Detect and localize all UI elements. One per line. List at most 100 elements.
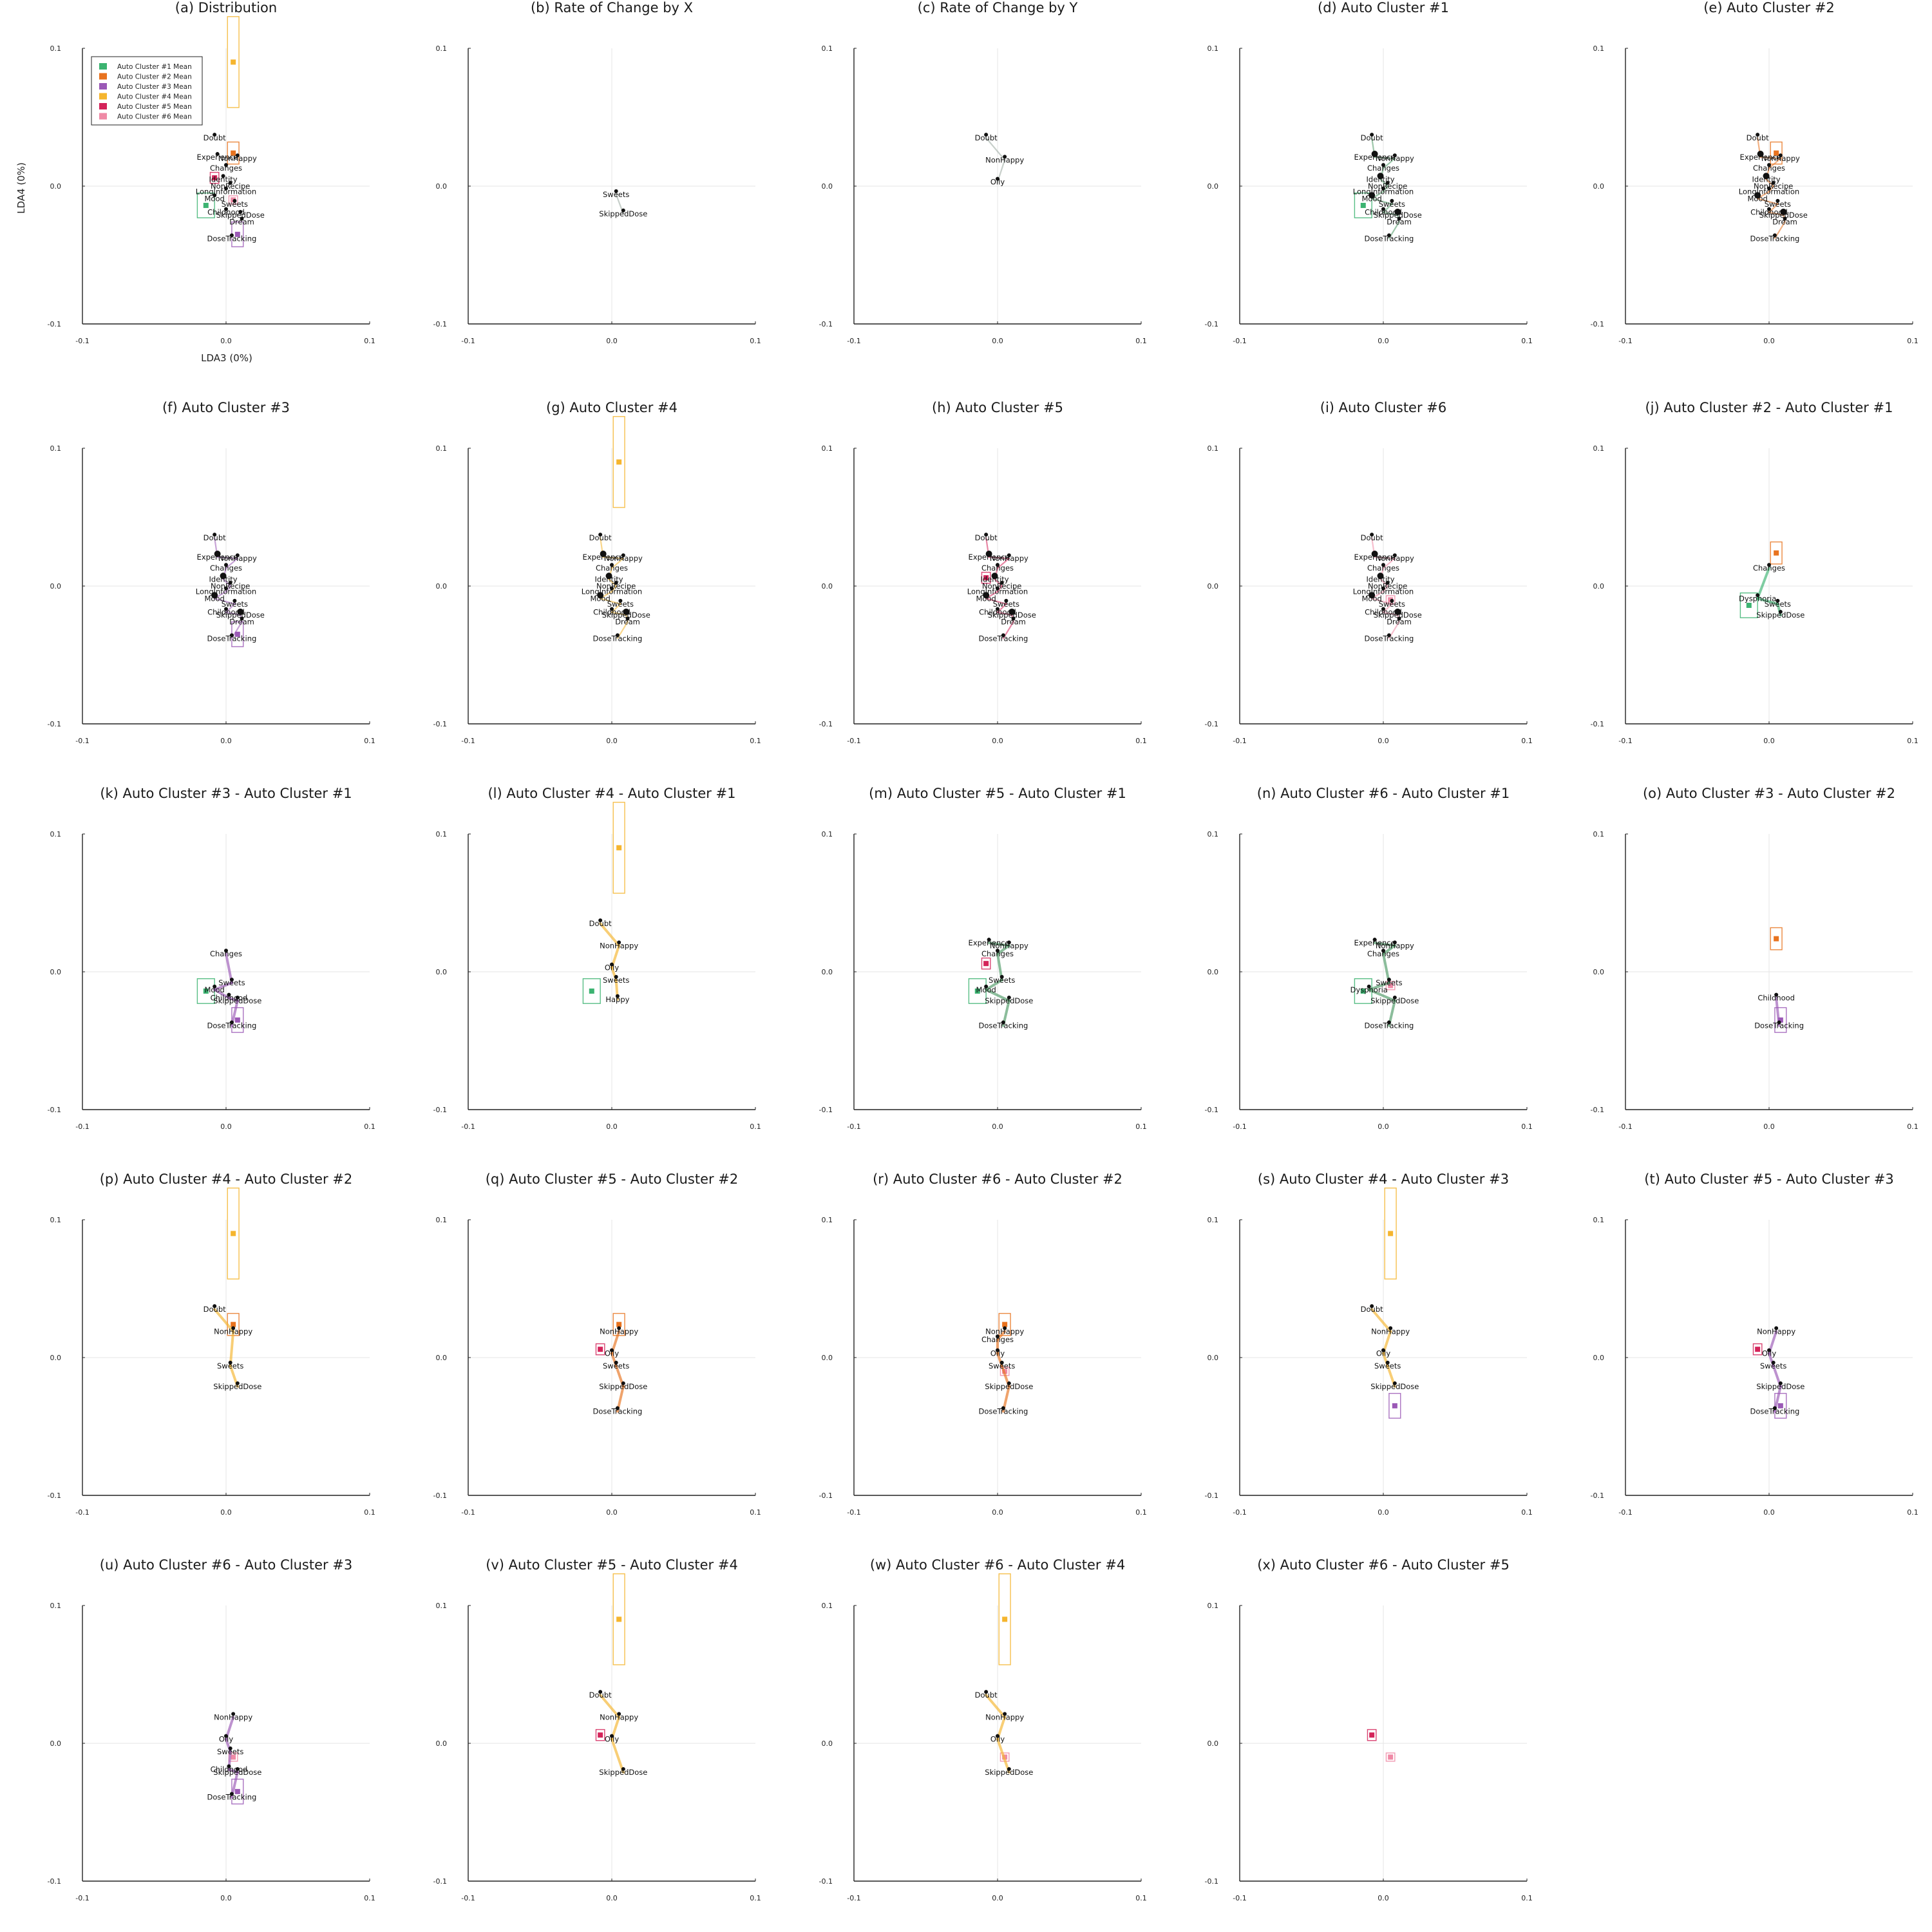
x-tick-label: 0.1 — [1521, 737, 1533, 745]
panel-title: (d) Auto Cluster #1 — [1318, 0, 1449, 15]
point-label: DoseTracking — [592, 634, 642, 643]
x-tick-label: 0.0 — [606, 737, 618, 745]
x-tick-label: 0.1 — [1135, 1508, 1147, 1517]
chart-panel-0: (a) Distribution -0.1 0.0 0.1 -0.1 0.0 0.1 LDA3… — [15, 0, 375, 364]
panel-title: (n) Auto Cluster #6 - Auto Cluster #1 — [1257, 786, 1510, 801]
y-tick-label: 0.0 — [1593, 968, 1605, 976]
x-tick-label: 0.0 — [992, 337, 1003, 345]
x-tick-label: 0.0 — [1378, 337, 1389, 345]
point-label: DoseTracking — [1754, 1021, 1804, 1030]
chart-panel-7: (h) Auto Cluster #5 -0.1 0.0 0.1 -0.1 0.0 0.1 D… — [819, 400, 1147, 745]
x-tick-label: 0.0 — [1378, 1894, 1389, 1902]
x-tick-label: 0.1 — [1907, 1508, 1918, 1517]
x-tick-label: 0.1 — [1135, 1894, 1147, 1902]
panel-title: (x) Auto Cluster #6 - Auto Cluster #5 — [1257, 1557, 1510, 1573]
chart-panel-11: (l) Auto Cluster #4 - Auto Cluster #1 -0.… — [433, 786, 761, 1131]
point-label: NonHappy — [600, 1327, 638, 1336]
point-label: DoseTracking — [207, 1792, 256, 1801]
point-label: Doubt — [1361, 1305, 1383, 1314]
x-tick-label: 0.1 — [1135, 1122, 1147, 1131]
point-label: Changes — [210, 164, 242, 173]
x-tick-label: -0.1 — [1618, 737, 1632, 745]
point-label: Sweets — [1760, 1361, 1786, 1370]
x-tick-label: 0.0 — [220, 737, 232, 745]
point-label: SkippedDose — [213, 1382, 261, 1391]
figure: (a) Distribution -0.1 0.0 0.1 -0.1 0.0 0.1 LDA3… — [15, 0, 1918, 1902]
point-label: DoseTracking — [978, 1406, 1028, 1416]
y-tick-label: 0.0 — [822, 968, 833, 976]
legend-swatch — [99, 103, 107, 109]
point-label: Changes — [1367, 164, 1399, 173]
cluster-mean-marker — [598, 1732, 603, 1738]
y-tick-label: -0.1 — [1591, 720, 1604, 728]
x-tick-label: 0.1 — [1135, 337, 1147, 345]
x-tick-label: 0.0 — [1763, 737, 1775, 745]
y-tick-label: 0.1 — [1208, 1216, 1219, 1224]
chart-panel-6: (g) Auto Cluster #4 -0.1 0.0 0.1 -0.1 0.0 0.1 D… — [433, 400, 761, 745]
chart-panel-20: (u) Auto Cluster #6 - Auto Cluster #3 -0.… — [48, 1557, 375, 1902]
y-tick-label: 0.1 — [822, 830, 833, 838]
x-tick-label: -0.1 — [1233, 737, 1246, 745]
chart-panel-8: (i) Auto Cluster #6 -0.1 0.0 0.1 -0.1 0.0 0.1 D… — [1205, 400, 1533, 745]
point-label: Oily — [605, 1349, 619, 1358]
x-tick-label: 0.0 — [606, 1122, 618, 1131]
x-tick-label: -0.1 — [461, 1122, 475, 1131]
x-tick-label: -0.1 — [75, 1122, 89, 1131]
y-tick-label: -0.1 — [819, 1877, 833, 1886]
point-label: Changes — [981, 1335, 1014, 1344]
x-tick-label: -0.1 — [847, 1508, 860, 1517]
point-label: Doubt — [1747, 133, 1769, 142]
point-label: DoseTracking — [1364, 234, 1414, 243]
x-tick-label: -0.1 — [847, 337, 860, 345]
point-label: NonHappy — [990, 554, 1028, 563]
point-label: DoseTracking — [1364, 634, 1414, 643]
x-tick-label: -0.1 — [75, 1894, 89, 1902]
x-tick-label: 0.0 — [992, 737, 1003, 745]
panel-title: (f) Auto Cluster #3 — [162, 400, 290, 415]
y-tick-label: 0.0 — [50, 968, 62, 976]
y-tick-label: -0.1 — [1591, 320, 1604, 328]
panel-title: (h) Auto Cluster #5 — [932, 400, 1063, 415]
point-label: SkippedDose — [1756, 611, 1804, 620]
point-label: Dream — [1387, 218, 1412, 227]
legend-label: Auto Cluster #6 Mean — [117, 113, 192, 121]
point-label: NonHappy — [1761, 154, 1800, 163]
point-label: SkippedDose — [599, 1382, 647, 1391]
y-tick-label: 0.0 — [1208, 968, 1219, 976]
point-label: Sweets — [603, 976, 629, 985]
panel-title: (r) Auto Cluster #6 - Auto Cluster #2 — [873, 1171, 1122, 1187]
y-tick-label: 0.0 — [50, 182, 62, 191]
point-label: Oily — [605, 1735, 619, 1744]
point-label: Changes — [210, 564, 242, 573]
point-label: Doubt — [975, 1690, 998, 1700]
y-tick-label: -0.1 — [433, 720, 447, 728]
cluster-mean-marker — [1392, 1403, 1397, 1408]
legend-label: Auto Cluster #4 Mean — [117, 93, 192, 101]
point-label: Mood — [976, 985, 996, 994]
point-label: NonHappy — [985, 1712, 1024, 1721]
x-tick-label: 0.0 — [606, 337, 618, 345]
y-tick-label: 0.0 — [1593, 1354, 1605, 1362]
y-axis-label: LDA4 (0%) — [15, 162, 27, 214]
point-label: Changes — [1367, 564, 1399, 573]
y-tick-label: -0.1 — [819, 320, 833, 328]
point-label: SkippedDose — [599, 209, 647, 218]
x-tick-label: -0.1 — [461, 1894, 475, 1902]
point-label: Doubt — [204, 1305, 226, 1314]
y-tick-label: 0.1 — [436, 44, 448, 53]
x-tick-label: 0.1 — [1135, 737, 1147, 745]
y-tick-label: -0.1 — [819, 1106, 833, 1114]
point-label: Doubt — [204, 533, 226, 542]
point-label: NonHappy — [985, 155, 1024, 164]
panel-title: (o) Auto Cluster #3 - Auto Cluster #2 — [1643, 786, 1895, 801]
x-tick-label: 0.1 — [750, 1894, 761, 1902]
point-label: Oily — [990, 1349, 1005, 1358]
y-tick-label: 0.1 — [50, 1602, 62, 1610]
chart-panel-23: (x) Auto Cluster #6 - Auto Cluster #5 -0.… — [1205, 1557, 1533, 1902]
point-label: Changes — [981, 949, 1014, 958]
y-tick-label: 0.0 — [1208, 1354, 1219, 1362]
panel-title: (c) Rate of Change by Y — [918, 0, 1078, 15]
y-tick-label: -0.1 — [48, 720, 61, 728]
point-label: Sweets — [989, 976, 1015, 985]
legend-swatch — [99, 63, 107, 70]
